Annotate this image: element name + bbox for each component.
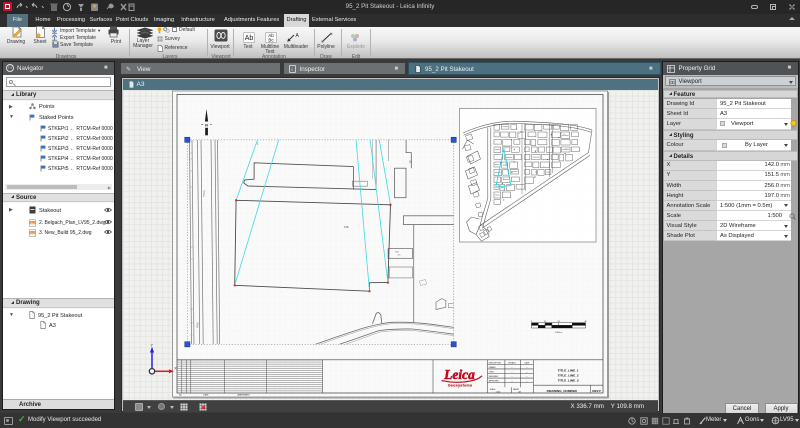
- svg-text:0: 0: [530, 321, 531, 323]
- svg-text:1:500 m: 1:500 m: [554, 332, 562, 334]
- svg-text:10: 10: [544, 321, 546, 323]
- svg-text:201: 201: [397, 254, 400, 256]
- svg-text:REVV: REVV: [592, 389, 601, 393]
- svg-text:A: A: [295, 33, 299, 39]
- svg-text:Geosystems: Geosystems: [447, 384, 472, 388]
- svg-text:Ref: Ref: [395, 251, 399, 253]
- svg-text:A3: A3: [518, 391, 520, 394]
- svg-text:DESCRIPTION: DESCRIPTION: [488, 362, 501, 364]
- svg-text:Bc: Bc: [268, 37, 274, 42]
- svg-text:DRAWN: DRAWN: [488, 366, 495, 369]
- svg-text:Y: Y: [150, 344, 153, 348]
- svg-text:DETAILS: DETAILS: [508, 361, 516, 364]
- svg-text:X: X: [174, 366, 177, 370]
- svg-text:DATE: DATE: [524, 361, 529, 364]
- svg-text:APPROVED: APPROVED: [488, 380, 499, 383]
- svg-text:20: 20: [557, 321, 559, 323]
- svg-text:746: 746: [343, 225, 348, 229]
- svg-text:DESIGNED: DESIGNED: [488, 376, 498, 378]
- svg-text:AMENDMENT: AMENDMENT: [237, 394, 250, 397]
- svg-text:DATE: DATE: [203, 394, 209, 397]
- svg-text:Ab: Ab: [244, 35, 253, 42]
- svg-text:dwg: dwg: [30, 220, 35, 224]
- svg-text:TITLE_LINE_3: TITLE_LINE_3: [557, 379, 578, 383]
- svg-text:Leica: Leica: [443, 367, 475, 382]
- svg-text:dwg: dwg: [30, 230, 35, 234]
- svg-text:TITLE_LINE_2: TITLE_LINE_2: [557, 373, 578, 377]
- svg-text:40: 40: [584, 321, 586, 323]
- svg-text:1:500: 1:500: [495, 392, 500, 394]
- svg-text:TITLE_LINE_1: TITLE_LINE_1: [557, 368, 578, 372]
- svg-text:No.: No.: [179, 395, 182, 397]
- svg-text:DRAWING_NUMBER: DRAWING_NUMBER: [546, 389, 577, 393]
- svg-text:CHKD: CHKD: [488, 372, 494, 374]
